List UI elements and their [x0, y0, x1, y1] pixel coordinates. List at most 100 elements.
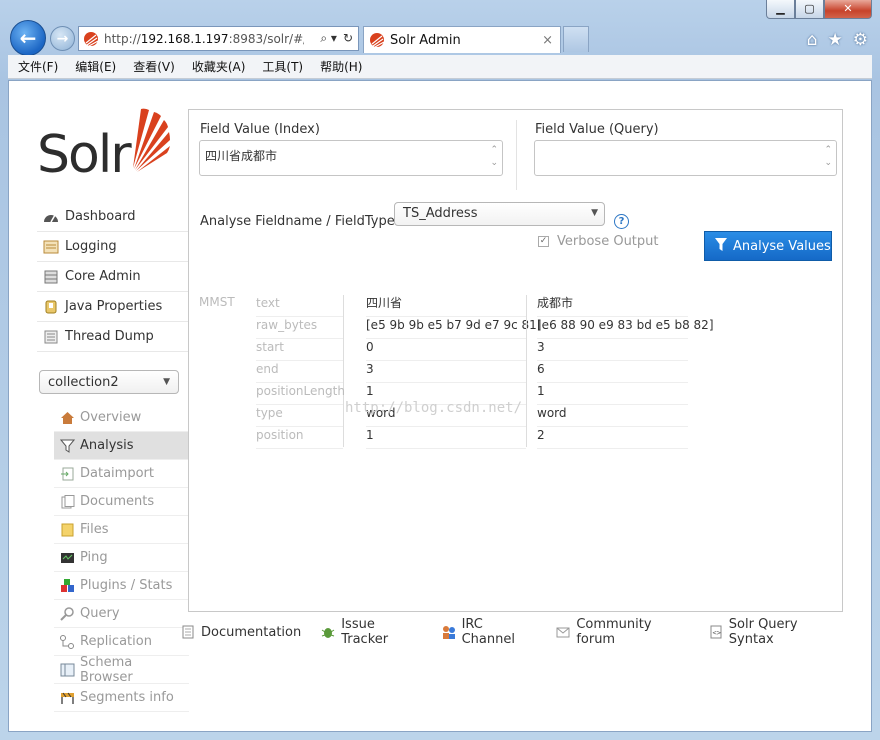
- menu-favorites[interactable]: 收藏夹(A): [192, 58, 246, 75]
- nav-thread-dump[interactable]: Thread Dump: [37, 322, 189, 352]
- files-icon: [60, 523, 75, 537]
- verbose-output-option[interactable]: ✓ Verbose Output: [538, 234, 659, 249]
- search-dropdown-icon[interactable]: ⌕ ▾: [320, 31, 337, 46]
- refresh-icon[interactable]: ↻: [343, 31, 353, 46]
- home-icon[interactable]: ⌂: [807, 30, 818, 50]
- new-tab-button[interactable]: [563, 26, 589, 52]
- footer-query-syntax-link[interactable]: <> Solr Query Syntax: [709, 617, 841, 647]
- menu-view[interactable]: 查看(V): [133, 58, 175, 75]
- close-window-button[interactable]: ✕: [824, 0, 872, 19]
- back-button[interactable]: ←: [10, 20, 46, 56]
- core-nav-analysis[interactable]: Analysis: [54, 432, 189, 460]
- address-bar[interactable]: http://192.168.1.197:8983/solr/#/co ⌕ ▾ …: [78, 26, 359, 51]
- token-end: 3: [366, 361, 526, 383]
- settings-gear-icon[interactable]: ⚙: [853, 30, 868, 50]
- core-nav-query[interactable]: Query: [54, 600, 189, 628]
- documents-icon: [60, 494, 75, 509]
- nav-label: Dashboard: [65, 209, 136, 224]
- core-nav-schema-browser[interactable]: Schema Browser: [54, 655, 189, 685]
- footer-issue-tracker-link[interactable]: Issue Tracker: [321, 617, 421, 647]
- svg-text:Solr: Solr: [37, 125, 132, 181]
- core-nav-documents[interactable]: Documents: [54, 488, 189, 516]
- fieldtype-select-value: TS_Address: [403, 206, 478, 221]
- core-nav-label: Replication: [80, 634, 152, 649]
- forward-button[interactable]: →: [50, 26, 75, 51]
- field-value-query-input[interactable]: ⌃ ⌄: [534, 140, 837, 176]
- nav-dashboard[interactable]: Dashboard: [37, 202, 189, 232]
- key-type: type: [256, 405, 343, 427]
- irc-icon: [442, 625, 456, 639]
- fieldtype-label: Analyse Fieldname / FieldType:: [200, 214, 400, 229]
- token-start: 0: [366, 339, 526, 361]
- core-nav-files[interactable]: Files: [54, 516, 189, 544]
- menu-edit[interactable]: 编辑(E): [75, 58, 116, 75]
- token-position: 1: [366, 427, 526, 449]
- core-nav-label: Dataimport: [80, 466, 154, 481]
- footer-link-label: IRC Channel: [461, 617, 515, 647]
- chevron-down-icon: ▼: [163, 377, 170, 387]
- analysis-icon: [59, 439, 76, 453]
- core-nav-dataimport[interactable]: Dataimport: [54, 460, 189, 488]
- nav-label: Thread Dump: [65, 329, 154, 344]
- core-nav-label: Analysis: [80, 438, 134, 453]
- tab-solr-admin[interactable]: Solr Admin ×: [363, 26, 561, 53]
- thread-dump-icon: [43, 330, 59, 344]
- footer-link-label: Documentation: [201, 624, 302, 640]
- watermark-text: http://blog.csdn.net/: [345, 400, 523, 416]
- menu-tools[interactable]: 工具(T): [262, 58, 303, 75]
- menu-file[interactable]: 文件(F): [18, 58, 58, 75]
- core-selector[interactable]: collection2 ▼: [39, 370, 179, 394]
- query-icon: [60, 606, 75, 621]
- core-nav-overview[interactable]: Overview: [54, 404, 189, 432]
- tokenizer-name: MMST: [199, 295, 235, 309]
- tab-close-icon[interactable]: ×: [542, 33, 553, 48]
- nav-label: Core Admin: [65, 269, 141, 284]
- replication-icon: [60, 634, 75, 649]
- footer-irc-channel-link[interactable]: IRC Channel: [442, 617, 537, 647]
- schema-browser-icon: [60, 663, 75, 677]
- token-column-2: 成都市 [e6 88 90 e9 83 bd e5 b8 82] 3 6 1 w…: [526, 295, 714, 449]
- page-viewport: Solr Dashboard Logging Core Admin Java P…: [8, 80, 872, 732]
- help-icon[interactable]: ?: [614, 214, 629, 229]
- token-type: word: [537, 405, 688, 427]
- textarea-scroll-icon[interactable]: ⌃ ⌄: [824, 144, 832, 170]
- forward-arrow-icon: →: [56, 30, 69, 47]
- textarea-scroll-icon[interactable]: ⌃ ⌄: [490, 144, 498, 170]
- filter-icon: [715, 238, 727, 254]
- core-nav-ping[interactable]: Ping: [54, 544, 189, 572]
- documentation-icon: [181, 625, 195, 639]
- footer-community-forum-link[interactable]: Community forum: [556, 617, 688, 647]
- nav-label: Logging: [65, 239, 117, 254]
- fieldtype-select[interactable]: TS_Address ▼: [394, 202, 605, 226]
- nav-java-properties[interactable]: Java Properties: [37, 292, 189, 322]
- menu-bar: 文件(F) 编辑(E) 查看(V) 收藏夹(A) 工具(T) 帮助(H): [8, 55, 872, 79]
- analyse-values-button[interactable]: Analyse Values: [704, 231, 832, 261]
- core-nav-segments-info[interactable]: Segments info: [54, 684, 189, 712]
- footer-documentation-link[interactable]: Documentation: [181, 617, 301, 647]
- java-properties-icon: [43, 300, 59, 314]
- nav-logging[interactable]: Logging: [37, 232, 189, 262]
- menu-help[interactable]: 帮助(H): [320, 58, 362, 75]
- minimize-button[interactable]: ▁: [766, 0, 795, 19]
- chevron-down-icon: ▼: [591, 208, 598, 218]
- key-start: start: [256, 339, 343, 361]
- url-text[interactable]: http://192.168.1.197:8983/solr/#/co: [104, 32, 304, 46]
- maximize-button[interactable]: ▢: [795, 0, 824, 19]
- core-nav-replication[interactable]: Replication: [54, 628, 189, 656]
- favorites-star-icon[interactable]: ★: [828, 30, 843, 50]
- core-nav-label: Overview: [80, 410, 142, 425]
- footer-link-label: Solr Query Syntax: [728, 617, 798, 647]
- token-end: 6: [537, 361, 688, 383]
- analyse-values-label: Analyse Values: [733, 238, 831, 254]
- core-nav-label: Ping: [80, 550, 108, 565]
- key-position-length: positionLength: [256, 383, 345, 405]
- nav-core-admin[interactable]: Core Admin: [37, 262, 189, 292]
- token-start: 3: [537, 339, 688, 361]
- core-nav-plugins-stats[interactable]: Plugins / Stats: [54, 572, 189, 600]
- solr-logo[interactable]: Solr: [37, 106, 172, 181]
- verbose-checkbox[interactable]: ✓: [538, 236, 549, 247]
- tab-title: Solr Admin: [390, 32, 461, 48]
- mail-icon: [556, 625, 570, 639]
- field-value-index-input[interactable]: 四川省成都市 ⌃ ⌄: [199, 140, 503, 176]
- nav-label: Java Properties: [65, 299, 163, 314]
